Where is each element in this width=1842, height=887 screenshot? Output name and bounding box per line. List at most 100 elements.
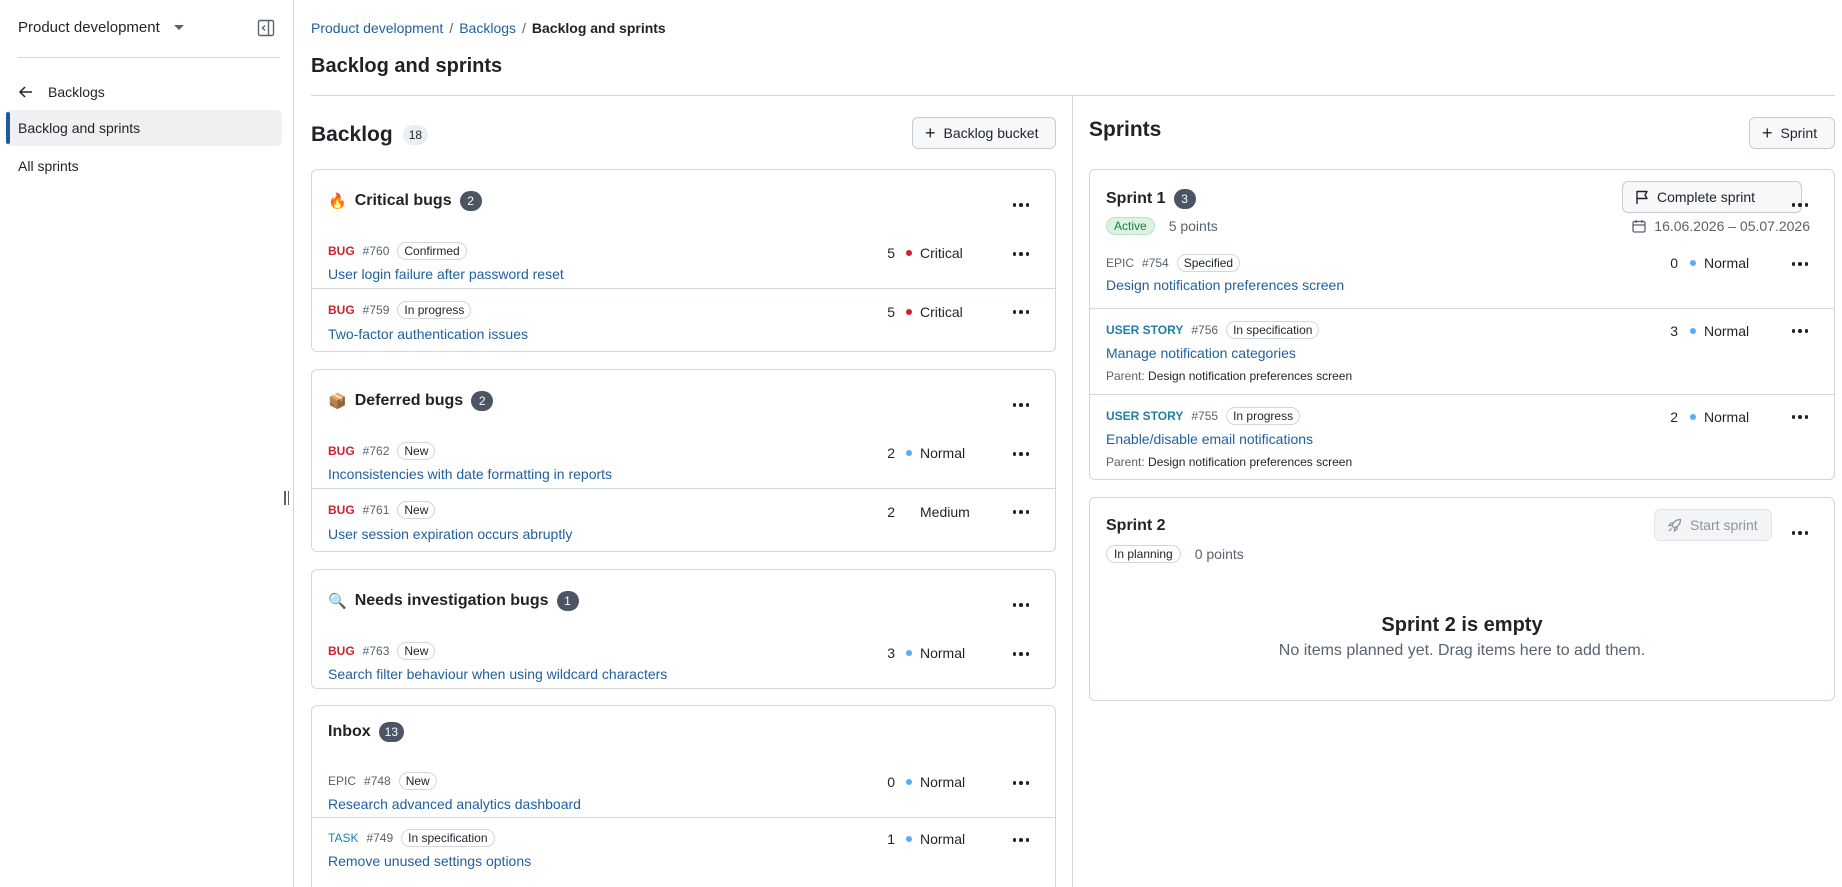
bucket-count: 13	[378, 722, 405, 742]
complete-sprint-button[interactable]: Complete sprint	[1622, 181, 1802, 213]
priority-label: Normal	[1704, 323, 1750, 339]
story-points: 3	[887, 645, 895, 661]
backlog-item[interactable]: BUG #762 New Inconsistencies with date f…	[312, 434, 1055, 488]
bucket-critical-bugs: 🔥 Critical bugs 2 BUG #760 Confirmed Use…	[311, 169, 1056, 352]
item-type: BUG	[328, 444, 355, 458]
collapse-sidebar-icon[interactable]	[257, 19, 275, 37]
item-menu-button[interactable]	[1788, 254, 1812, 274]
priority-dot-icon	[906, 779, 912, 785]
backlog-title: Backlog	[311, 123, 393, 146]
item-menu-button[interactable]	[1009, 773, 1033, 793]
backlog-item[interactable]: EPIC #748 New Research advanced analytic…	[312, 762, 1055, 824]
sidebar-divider	[18, 57, 280, 58]
item-title-link[interactable]: Manage notification categories	[1106, 345, 1296, 361]
status-badge: In progress	[1226, 407, 1301, 425]
priority: Normal	[1690, 323, 1749, 339]
sprint-item[interactable]: USER STORY #756 In specification Manage …	[1090, 308, 1834, 394]
sidebar-item-all-sprints[interactable]: All sprints	[6, 148, 282, 184]
bucket-menu-button[interactable]	[1009, 395, 1033, 415]
sprint-item[interactable]: USER STORY #755 In progress Enable/disab…	[1090, 394, 1834, 480]
bucket-title: Inbox	[328, 723, 371, 740]
item-title-link[interactable]: Design notification preferences screen	[1106, 277, 1344, 293]
item-menu-button[interactable]	[1009, 302, 1033, 322]
item-title-link[interactable]: User login failure after password reset	[328, 266, 564, 282]
priority-label: Critical	[920, 245, 963, 261]
backlog-item[interactable]: BUG #759 In progress Two-factor authenti…	[312, 288, 1055, 352]
backlog-header: Backlog 18	[311, 123, 429, 147]
parent-label: Parent:	[1106, 455, 1145, 469]
item-meta: BUG #763 New	[328, 642, 436, 660]
bucket-title: Needs investigation bugs	[354, 592, 549, 609]
backlog-item[interactable]: TASK #749 In specification Remove unused…	[312, 817, 1055, 881]
page-title: Backlog and sprints	[311, 55, 503, 77]
status-badge: New	[397, 642, 436, 660]
add-backlog-bucket-button[interactable]: + Backlog bucket	[912, 117, 1056, 149]
rocket-icon	[1667, 518, 1682, 532]
parent-title[interactable]: Design notification preferences screen	[1148, 369, 1352, 383]
item-id: #754	[1142, 256, 1169, 270]
sidebar-item-backlog-and-sprints[interactable]: Backlog and sprints	[6, 110, 282, 146]
parent-title[interactable]: Design notification preferences screen	[1148, 455, 1352, 469]
item-menu-button[interactable]	[1009, 444, 1033, 464]
item-menu-button[interactable]	[1009, 502, 1033, 522]
item-title-link[interactable]: Remove unused settings options	[328, 853, 531, 869]
item-title-link[interactable]: Research advanced analytics dashboard	[328, 796, 581, 812]
bucket-count: 1	[556, 591, 579, 611]
priority-dot-icon	[1690, 414, 1696, 420]
sprint-header: Sprint 1 3	[1106, 189, 1196, 209]
item-menu-button[interactable]	[1788, 407, 1812, 427]
parent-label: Parent:	[1106, 369, 1145, 383]
item-meta: BUG #759 In progress	[328, 301, 472, 319]
backlog-item[interactable]: BUG #760 Confirmed User login failure af…	[312, 234, 1055, 288]
item-type: USER STORY	[1106, 409, 1184, 423]
sprint-menu-button[interactable]	[1788, 195, 1812, 215]
item-title-link[interactable]: Inconsistencies with date formatting in …	[328, 466, 612, 482]
story-points: 1	[887, 831, 895, 847]
bucket-menu-button[interactable]	[1009, 595, 1033, 615]
priority-label: Critical	[920, 304, 963, 320]
item-id: #748	[364, 774, 391, 788]
priority: Critical	[906, 245, 963, 261]
bucket-count: 2	[471, 391, 494, 411]
backlog-item[interactable]: BUG #761 New User session expiration occ…	[312, 488, 1055, 552]
breadcrumb-backlogs[interactable]: Backlogs	[459, 20, 516, 36]
priority-label: Normal	[920, 645, 966, 661]
item-menu-button[interactable]	[1009, 644, 1033, 664]
empty-state-title: Sprint 2 is empty	[1381, 614, 1543, 636]
item-menu-button[interactable]	[1009, 244, 1033, 264]
back-to-backlogs[interactable]: Backlogs	[18, 84, 105, 100]
item-type: BUG	[328, 644, 355, 658]
item-menu-button[interactable]	[1009, 830, 1033, 850]
item-meta: BUG #760 Confirmed	[328, 242, 467, 260]
sidebar-resize-handle[interactable]	[284, 491, 290, 507]
breadcrumb-project[interactable]: Product development	[311, 20, 443, 36]
backlog-item[interactable]: BUG #763 New Search filter behaviour whe…	[312, 634, 1055, 688]
item-title-link[interactable]: Search filter behaviour when using wildc…	[328, 666, 667, 682]
item-menu-button[interactable]	[1788, 321, 1812, 341]
item-title-link[interactable]: User session expiration occurs abruptly	[328, 526, 572, 542]
item-type: BUG	[328, 303, 355, 317]
story-points: 5	[887, 304, 895, 320]
sprint-points: 5 points	[1168, 218, 1218, 234]
plus-icon: +	[925, 123, 936, 143]
project-switcher[interactable]: Product development	[18, 19, 184, 36]
sprint-item[interactable]: EPIC #754 Specified Design notification …	[1090, 242, 1834, 308]
sprint-menu-button[interactable]	[1788, 523, 1812, 543]
start-sprint-button[interactable]: Start sprint	[1654, 509, 1772, 541]
item-title-link[interactable]: Two-factor authentication issues	[328, 326, 528, 342]
priority-label: Normal	[1704, 409, 1750, 425]
sprint-dates: 16.06.2026 – 05.07.2026	[1632, 218, 1810, 234]
priority-dot-icon	[906, 836, 912, 842]
status-badge: Specified	[1176, 254, 1241, 272]
sprint-title: Sprint 1	[1106, 190, 1166, 207]
story-points: 5	[887, 245, 895, 261]
add-sprint-button[interactable]: + Sprint	[1749, 117, 1835, 149]
parent-reference: Parent: Design notification preferences …	[1106, 369, 1352, 383]
item-title-link[interactable]: Enable/disable email notifications	[1106, 431, 1313, 447]
bucket-menu-button[interactable]	[1009, 195, 1033, 215]
sprint-header: Sprint 2	[1106, 517, 1166, 535]
priority-label: Normal	[920, 445, 966, 461]
item-type: TASK	[328, 831, 359, 845]
sprint-1-card: Sprint 1 3 Active 5 points Complete spri…	[1089, 169, 1835, 480]
status-badge: New	[398, 772, 437, 790]
